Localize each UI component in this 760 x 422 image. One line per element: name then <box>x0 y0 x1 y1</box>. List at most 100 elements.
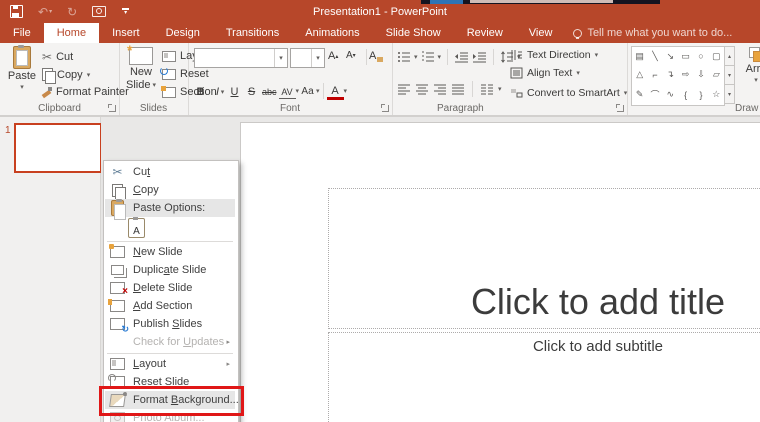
underline-button[interactable]: U <box>226 83 243 99</box>
chevron-down-icon[interactable]: ▾ <box>311 49 324 67</box>
new-slide-button[interactable]: * New Slide▾ <box>123 47 159 91</box>
shape-icon[interactable]: ▭ <box>681 51 690 62</box>
menu-item-reset-slide[interactable]: Reset Slide <box>105 373 235 391</box>
justify-icon[interactable] <box>451 84 465 95</box>
tell-me-box[interactable]: Tell me what you want to do... <box>565 23 740 43</box>
paste-icon <box>110 200 125 216</box>
strikethrough-button[interactable]: S <box>243 83 260 99</box>
lightbulb-icon <box>573 29 582 38</box>
align-left-icon[interactable] <box>397 84 411 95</box>
copy-icon <box>110 184 125 197</box>
change-case-button[interactable]: Aa <box>299 83 316 99</box>
shapes-gallery[interactable]: ▤ ╲ ↘ ▭ ○ ▢ △ ⌐ ↴ ⇨ ⇩ ▱ ✎ ⌒ ∿ { } ☆ <box>631 46 725 106</box>
tab-insert[interactable]: Insert <box>99 23 153 43</box>
title-placeholder[interactable]: Click to add title <box>328 188 760 329</box>
shape-icon[interactable]: ∿ <box>667 89 675 100</box>
shape-icon[interactable]: ⌒ <box>650 88 659 101</box>
tab-design[interactable]: Design <box>153 23 213 43</box>
convert-smartart-button[interactable]: Convert to SmartArt▾ <box>510 87 627 99</box>
save-icon[interactable] <box>10 5 23 18</box>
shape-icon[interactable]: ⌐ <box>652 70 657 80</box>
tab-transitions[interactable]: Transitions <box>213 23 292 43</box>
menu-item-cut[interactable]: ✂ Cut <box>105 163 235 181</box>
tab-slideshow[interactable]: Slide Show <box>373 23 454 43</box>
tab-file[interactable]: File <box>0 23 44 43</box>
copy-button[interactable]: Copy ▾ <box>42 68 90 81</box>
numbering-icon[interactable] <box>421 51 435 63</box>
slide-thumbnail-1[interactable] <box>14 123 102 173</box>
font-name-combo[interactable]: ▾ <box>194 48 288 68</box>
clear-formatting-button[interactable]: A <box>369 50 383 62</box>
bold-button[interactable]: B <box>192 83 209 99</box>
italic-button[interactable]: I <box>209 83 226 99</box>
menu-item-layout[interactable]: Layout ▸ <box>105 355 235 373</box>
menu-item-format-background[interactable]: Format Background... <box>105 391 235 409</box>
menu-item-duplicate-slide[interactable]: Duplicate Slide <box>105 261 235 279</box>
tab-home[interactable]: Home <box>44 23 99 43</box>
tell-me-label: Tell me what you want to do... <box>587 27 732 39</box>
subtitle-placeholder[interactable]: Click to add subtitle <box>328 332 760 422</box>
tab-animations[interactable]: Animations <box>292 23 372 43</box>
paste-icon <box>13 46 31 69</box>
shape-icon[interactable]: ○ <box>698 51 703 61</box>
font-color-button[interactable]: A <box>327 81 344 100</box>
chevron-down-icon[interactable]: ▾ <box>274 49 287 67</box>
group-font: ▾ ▾ A▴ A▾ A B I U S abc AV ▾ <box>188 43 393 115</box>
shape-icon[interactable]: ⇨ <box>682 69 690 80</box>
shape-icon[interactable]: } <box>699 90 702 100</box>
gallery-down-icon[interactable]: ▾ <box>724 66 735 85</box>
keep-text-only-icon[interactable]: A <box>128 218 145 238</box>
text-direction-button[interactable]: Text Direction▾ <box>510 49 598 61</box>
align-right-icon[interactable] <box>433 84 447 95</box>
new-slide-icon: * <box>129 47 153 65</box>
shape-icon[interactable]: ☆ <box>712 89 720 100</box>
cut-button[interactable]: ✂ Cut <box>42 50 73 64</box>
shape-icon[interactable]: ▢ <box>712 51 721 62</box>
menu-item-publish-slides[interactable]: ↻ Publish Slides <box>105 315 235 333</box>
tab-view[interactable]: View <box>516 23 566 43</box>
clipboard-dialog-launcher[interactable] <box>109 105 116 112</box>
menu-item-copy[interactable]: Copy <box>105 181 235 199</box>
align-text-button[interactable]: Align Text▾ <box>510 67 580 79</box>
arrange-button[interactable]: Arra ▾ <box>739 47 760 84</box>
character-spacing-button[interactable]: AV <box>279 82 296 99</box>
shape-icon[interactable]: ╲ <box>652 51 657 62</box>
start-from-beginning-icon[interactable] <box>92 6 106 17</box>
font-size-combo[interactable]: ▾ <box>290 48 325 68</box>
undo-icon[interactable]: ↶▾ <box>38 6 52 18</box>
reset-slide-icon <box>110 376 125 388</box>
shape-icon[interactable]: ▤ <box>635 51 644 62</box>
align-center-icon[interactable] <box>415 84 429 95</box>
shrink-font-button[interactable]: A▾ <box>346 50 356 61</box>
shape-icon[interactable]: ✎ <box>636 89 644 100</box>
paste-button[interactable]: Paste ▾ <box>4 46 40 91</box>
gallery-up-icon[interactable]: ▴ <box>724 46 735 66</box>
text-direction-icon <box>510 49 523 61</box>
title-placeholder-text: Click to add title <box>329 281 760 323</box>
grow-font-button[interactable]: A▴ <box>328 50 338 62</box>
decrease-indent-icon[interactable] <box>454 51 469 63</box>
menu-item-delete-slide[interactable]: × Delete Slide <box>105 279 235 297</box>
shape-icon[interactable]: ↘ <box>667 51 675 62</box>
font-dialog-launcher[interactable] <box>382 105 389 112</box>
shape-icon[interactable]: ▱ <box>713 69 720 80</box>
increase-indent-icon[interactable] <box>472 51 487 63</box>
shape-icon[interactable]: ⇩ <box>697 69 705 80</box>
gallery-more-icon[interactable]: ▾ <box>724 85 735 104</box>
shape-icon[interactable]: △ <box>636 69 643 80</box>
customize-qat-icon[interactable]: ▾ <box>121 8 130 15</box>
menu-item-add-section[interactable]: Add Section <box>105 297 235 315</box>
redo-icon[interactable]: ↻ <box>67 6 77 18</box>
powerpoint-window: Presentation1 - PowerPoint ↶▾ ↻ ▾ File H… <box>0 0 760 422</box>
shape-icon[interactable]: ↴ <box>667 69 675 80</box>
columns-icon[interactable] <box>480 84 494 95</box>
strikethrough-abc-button[interactable]: abc <box>260 83 279 99</box>
shape-icon[interactable]: { <box>684 90 687 100</box>
paragraph-dialog-launcher[interactable] <box>617 105 624 112</box>
format-painter-button[interactable]: Format Painter <box>42 86 129 98</box>
layout-icon <box>110 358 125 370</box>
menu-item-new-slide[interactable]: New Slide <box>105 243 235 261</box>
smartart-icon <box>510 87 523 99</box>
bullets-icon[interactable] <box>397 51 411 63</box>
tab-review[interactable]: Review <box>454 23 516 43</box>
